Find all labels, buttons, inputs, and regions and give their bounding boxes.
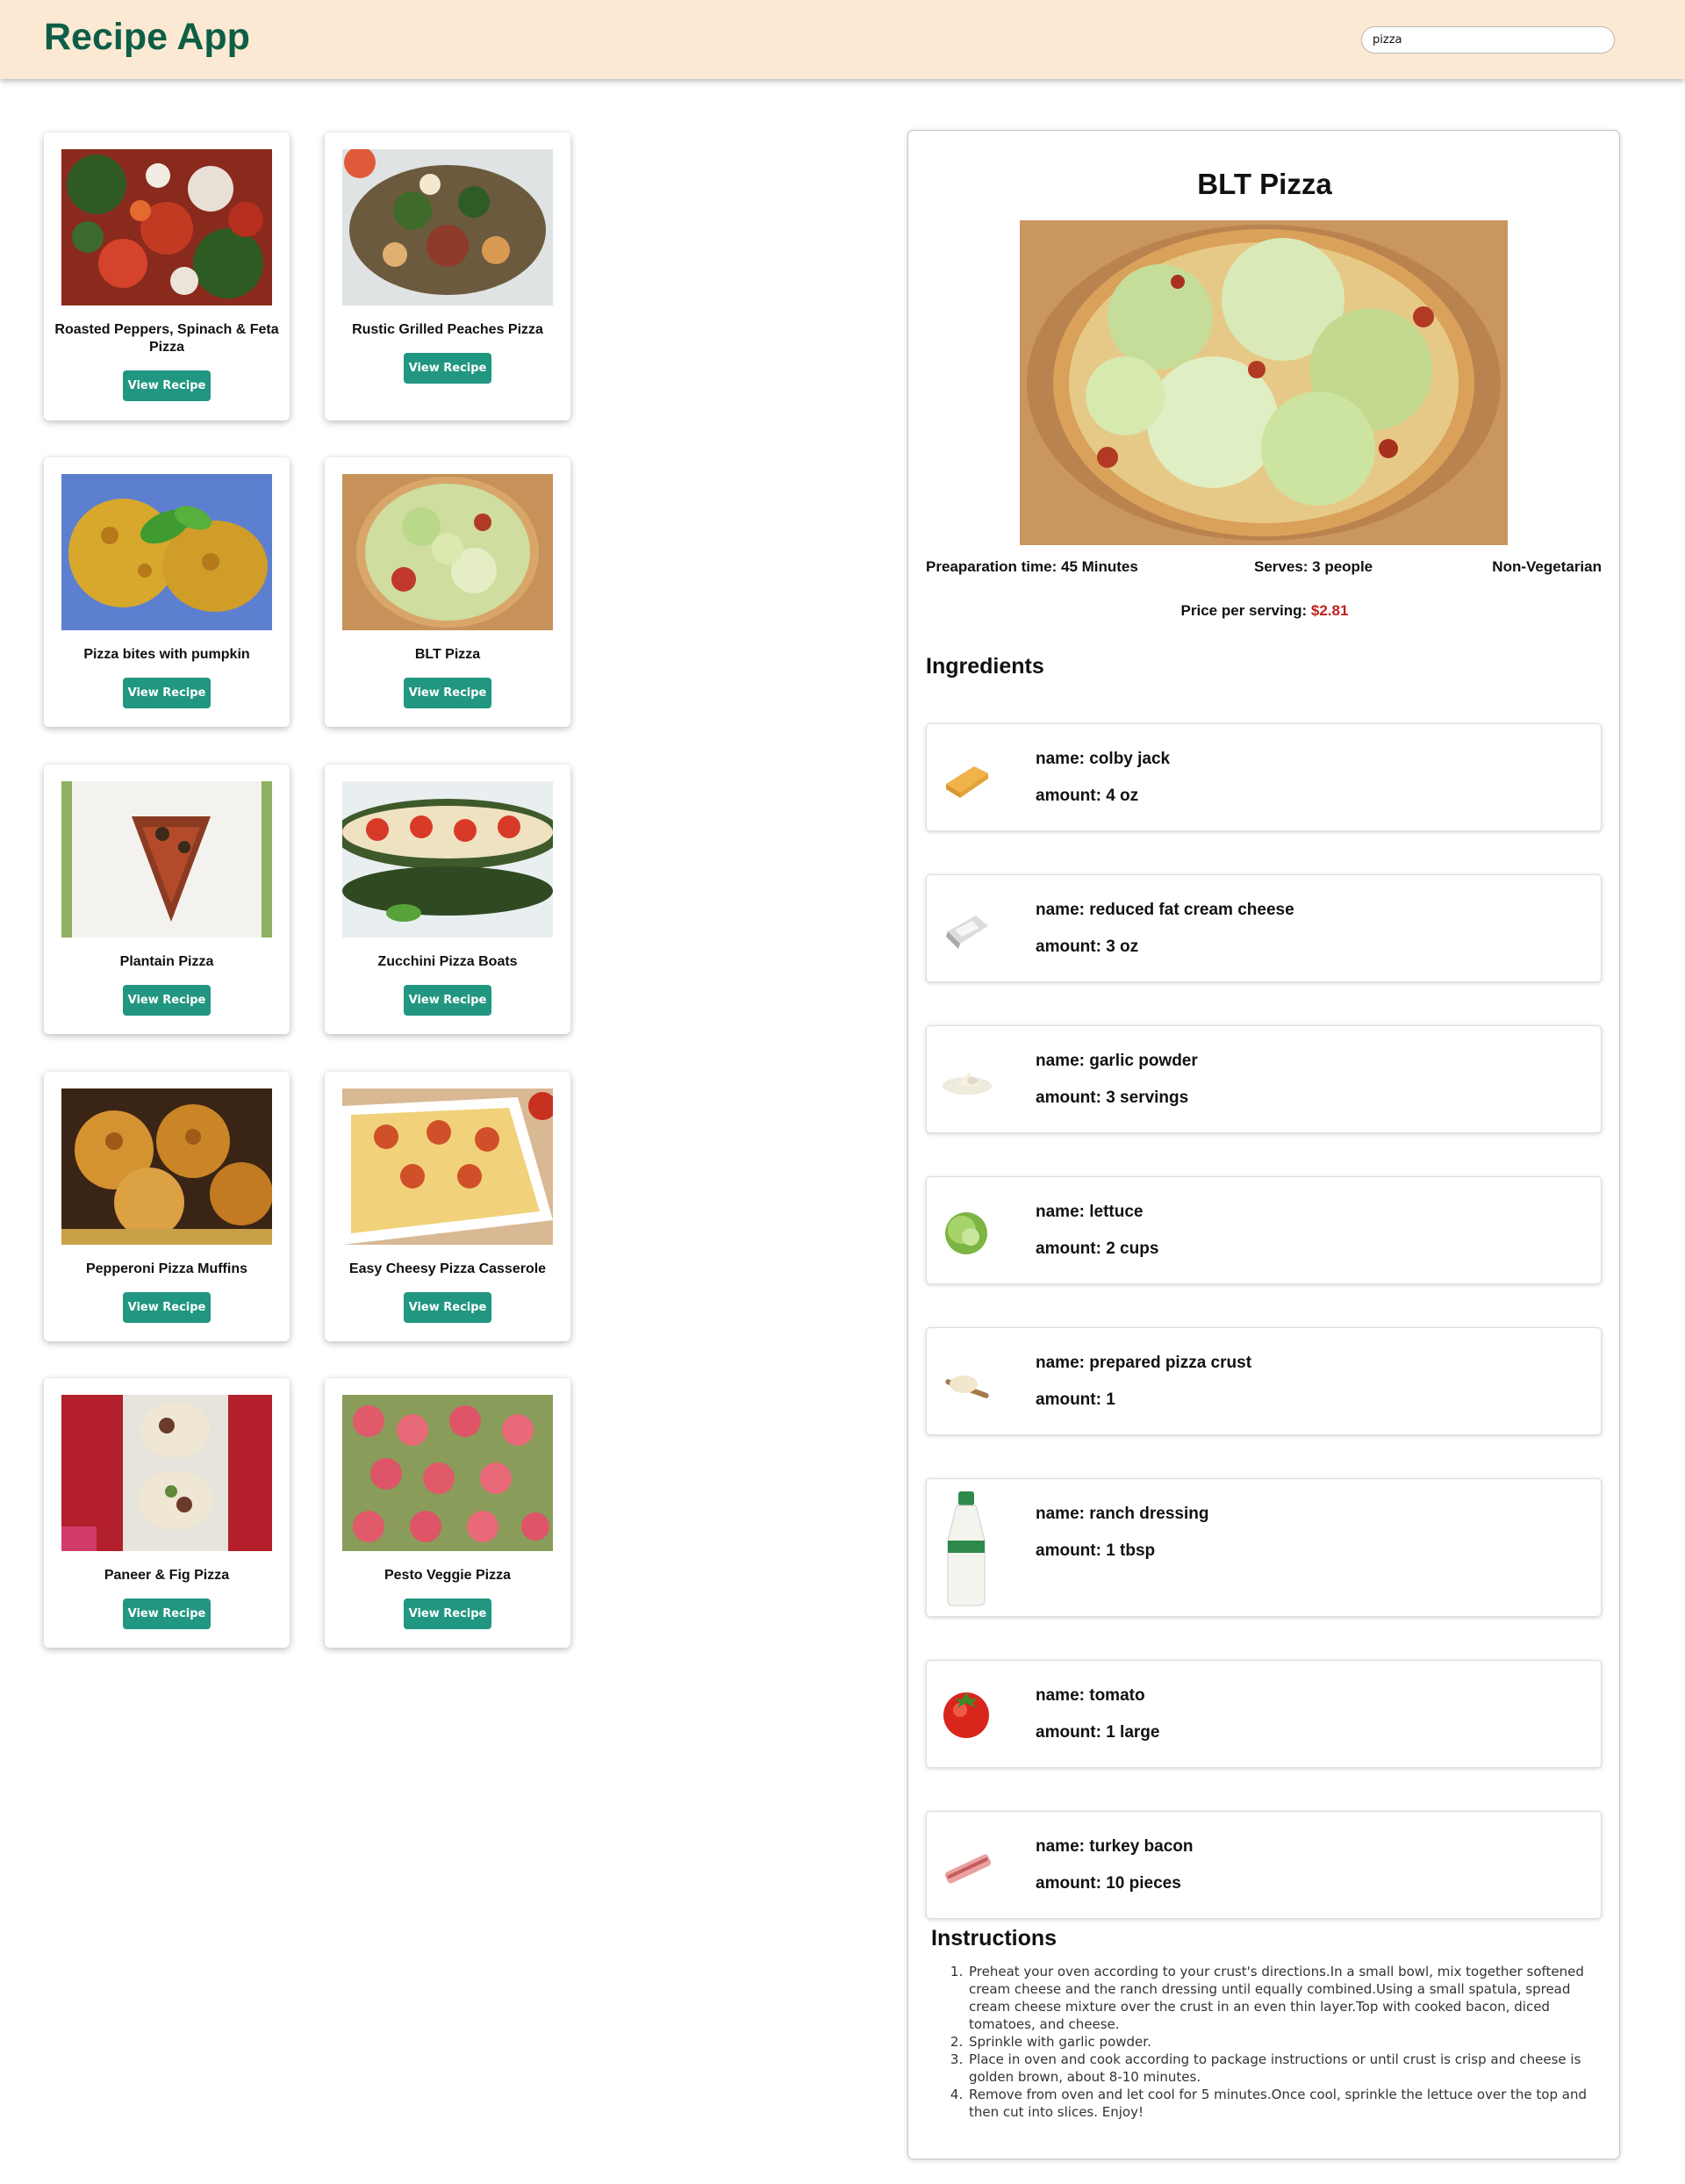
recipe-title: Zucchini Pizza Boats — [377, 954, 518, 969]
garlic-powder-icon — [937, 1051, 995, 1109]
cheese-icon — [937, 749, 995, 807]
recipe-image — [61, 149, 272, 305]
detail-title: BLT Pizza — [1197, 168, 1332, 200]
ingredient-amount: amount: 1 — [1036, 1390, 1115, 1409]
recipe-title: Roasted Peppers, Spinach & Feta Pizza — [54, 322, 279, 355]
dressing-bottle-icon — [937, 1488, 995, 1609]
recipe-title: Rustic Grilled Peaches Pizza — [352, 322, 543, 337]
instruction-step: Remove from oven and let cool for 5 minu… — [967, 2086, 1588, 2121]
ingredient-card: name: ranch dressing amount: 1 tbsp — [926, 1478, 1602, 1617]
recipe-card: Rustic Grilled Peaches Pizza View Recipe — [325, 133, 570, 420]
recipe-image — [61, 781, 272, 938]
recipe-card: Easy Cheesy Pizza Casserole View Recipe — [325, 1072, 570, 1341]
ingredient-name: name: lettuce — [1036, 1203, 1144, 1221]
ingredient-amount: amount: 1 tbsp — [1036, 1541, 1156, 1560]
lettuce-icon — [937, 1202, 995, 1260]
ingredient-card: name: colby jack amount: 4 oz — [926, 723, 1602, 831]
recipe-card: Zucchini Pizza Boats View Recipe — [325, 765, 570, 1034]
dough-icon — [937, 1353, 995, 1411]
recipe-title: Pesto Veggie Pizza — [384, 1568, 512, 1583]
recipe-image — [342, 474, 553, 630]
recipe-title: Pizza bites with pumpkin — [83, 647, 250, 662]
ingredient-card: name: tomato amount: 1 large — [926, 1660, 1602, 1768]
recipe-card: Pizza bites with pumpkin View Recipe — [44, 457, 290, 727]
ingredient-card: name: lettuce amount: 2 cups — [926, 1176, 1602, 1284]
ingredient-card: name: turkey bacon amount: 10 pieces — [926, 1811, 1602, 1919]
tomato-icon — [937, 1684, 995, 1742]
view-recipe-button[interactable]: View Recipe — [404, 678, 491, 708]
ingredient-amount: amount: 4 oz — [1036, 787, 1139, 805]
recipe-card: Pepperoni Pizza Muffins View Recipe — [44, 1072, 290, 1341]
app-header: Recipe App — [0, 0, 1685, 79]
view-recipe-button[interactable]: View Recipe — [404, 1598, 491, 1629]
ingredient-card: name: garlic powder amount: 3 servings — [926, 1025, 1602, 1133]
price-per-serving: Price per serving: $2.81 — [908, 602, 1621, 620]
recipe-detail-panel: BLT Pizza Preaparation time: 45 Minutes … — [907, 130, 1620, 2159]
serves: Serves: 3 people — [1254, 558, 1373, 575]
recipe-title: Pepperoni Pizza Muffins — [85, 1261, 247, 1276]
view-recipe-button[interactable]: View Recipe — [404, 353, 491, 384]
recipe-title: Plantain Pizza — [119, 954, 214, 969]
view-recipe-button[interactable]: View Recipe — [123, 678, 211, 708]
recipe-image — [61, 1088, 272, 1245]
ingredient-name: name: garlic powder — [1036, 1052, 1198, 1070]
recipe-card: Pesto Veggie Pizza View Recipe — [325, 1378, 570, 1648]
ingredient-name: name: prepared pizza crust — [1036, 1354, 1252, 1372]
recipe-title: Easy Cheesy Pizza Casserole — [348, 1261, 547, 1276]
recipe-image — [61, 1395, 272, 1551]
ingredient-name: name: reduced fat cream cheese — [1036, 901, 1294, 919]
ingredient-amount: amount: 3 servings — [1036, 1088, 1189, 1107]
ingredient-amount: amount: 10 pieces — [1036, 1874, 1181, 1893]
detail-image — [1020, 220, 1508, 545]
bacon-icon — [937, 1836, 995, 1894]
view-recipe-button[interactable]: View Recipe — [123, 370, 211, 401]
ingredient-name: name: tomato — [1036, 1686, 1145, 1705]
instruction-step: Place in oven and cook according to pack… — [967, 2051, 1588, 2086]
view-recipe-button[interactable]: View Recipe — [123, 985, 211, 1016]
instructions-heading: Instructions — [931, 1926, 1058, 1951]
recipe-title: Paneer & Fig Pizza — [104, 1568, 230, 1583]
ingredient-name: name: turkey bacon — [1036, 1837, 1194, 1856]
recipe-card: Plantain Pizza View Recipe — [44, 765, 290, 1034]
view-recipe-button[interactable]: View Recipe — [123, 1598, 211, 1629]
instruction-step: Preheat your oven according to your crus… — [967, 1963, 1588, 2033]
cream-cheese-icon — [937, 900, 995, 958]
ingredient-name: name: ranch dressing — [1036, 1505, 1209, 1523]
recipe-title: BLT Pizza — [414, 647, 481, 662]
recipe-card: BLT Pizza View Recipe — [325, 457, 570, 727]
instruction-step: Sprinkle with garlic powder. — [967, 2033, 1588, 2051]
diet-type: Non-Vegetarian — [1492, 558, 1602, 575]
ingredient-amount: amount: 1 large — [1036, 1723, 1160, 1742]
view-recipe-button[interactable]: View Recipe — [404, 985, 491, 1016]
view-recipe-button[interactable]: View Recipe — [123, 1292, 211, 1323]
recipe-card: Paneer & Fig Pizza View Recipe — [44, 1378, 290, 1648]
recipe-image — [342, 1395, 553, 1551]
ingredient-card: name: prepared pizza crust amount: 1 — [926, 1327, 1602, 1435]
recipe-card: Roasted Peppers, Spinach & Feta Pizza Vi… — [44, 133, 290, 420]
ingredient-name: name: colby jack — [1036, 750, 1171, 768]
recipe-image — [342, 149, 553, 305]
price-label: Price per serving: — [1180, 602, 1311, 619]
ingredient-amount: amount: 2 cups — [1036, 1239, 1159, 1258]
recipe-image — [61, 474, 272, 630]
recipe-image — [342, 1088, 553, 1245]
recipe-image — [342, 781, 553, 938]
price-value: $2.81 — [1310, 602, 1349, 619]
instructions-list: Preheat your oven according to your crus… — [948, 1963, 1588, 2121]
ingredients-heading: Ingredients — [926, 654, 1044, 679]
ingredient-card: name: reduced fat cream cheese amount: 3… — [926, 874, 1602, 982]
search-input[interactable] — [1361, 26, 1615, 54]
view-recipe-button[interactable]: View Recipe — [404, 1292, 491, 1323]
app-title: Recipe App — [44, 16, 250, 58]
ingredient-amount: amount: 3 oz — [1036, 938, 1139, 956]
prep-time: Preaparation time: 45 Minutes — [926, 558, 1138, 575]
